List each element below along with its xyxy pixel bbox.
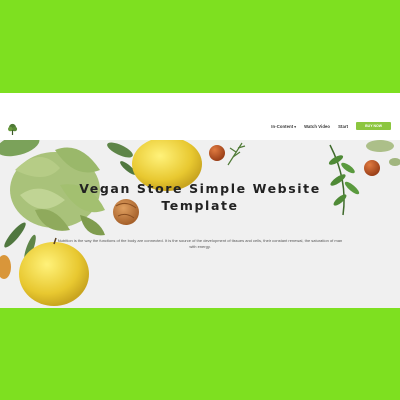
buy-now-button[interactable]: BUY NOW [356, 122, 391, 130]
hero-subtitle: Nutrition is the way the functions of th… [57, 238, 343, 249]
pear-bottom-image [19, 242, 89, 306]
nav-item-label: In-Content [271, 123, 294, 129]
chevron-down-icon: ▾ [294, 124, 297, 129]
hero-background-image [0, 140, 400, 308]
screenshot-frame: In-Content▾ Watch Video Start BUY NOW Ve… [0, 93, 400, 308]
hero-title: Vegan Store Simple Website Template [79, 181, 321, 213]
nav-item-start[interactable]: Start [338, 124, 348, 129]
nav-item-watch-video[interactable]: Watch Video [304, 124, 330, 129]
tree-logo-icon[interactable] [6, 123, 19, 136]
hazelnut-image [209, 145, 225, 161]
nav-item-in-content[interactable]: In-Content▾ [271, 124, 296, 129]
main-nav: In-Content▾ Watch Video Start BUY NOW [271, 122, 391, 130]
hero-section: Vegan Store Simple Website Template Nutr… [0, 140, 400, 308]
top-navbar: In-Content▾ Watch Video Start BUY NOW [0, 118, 400, 140]
